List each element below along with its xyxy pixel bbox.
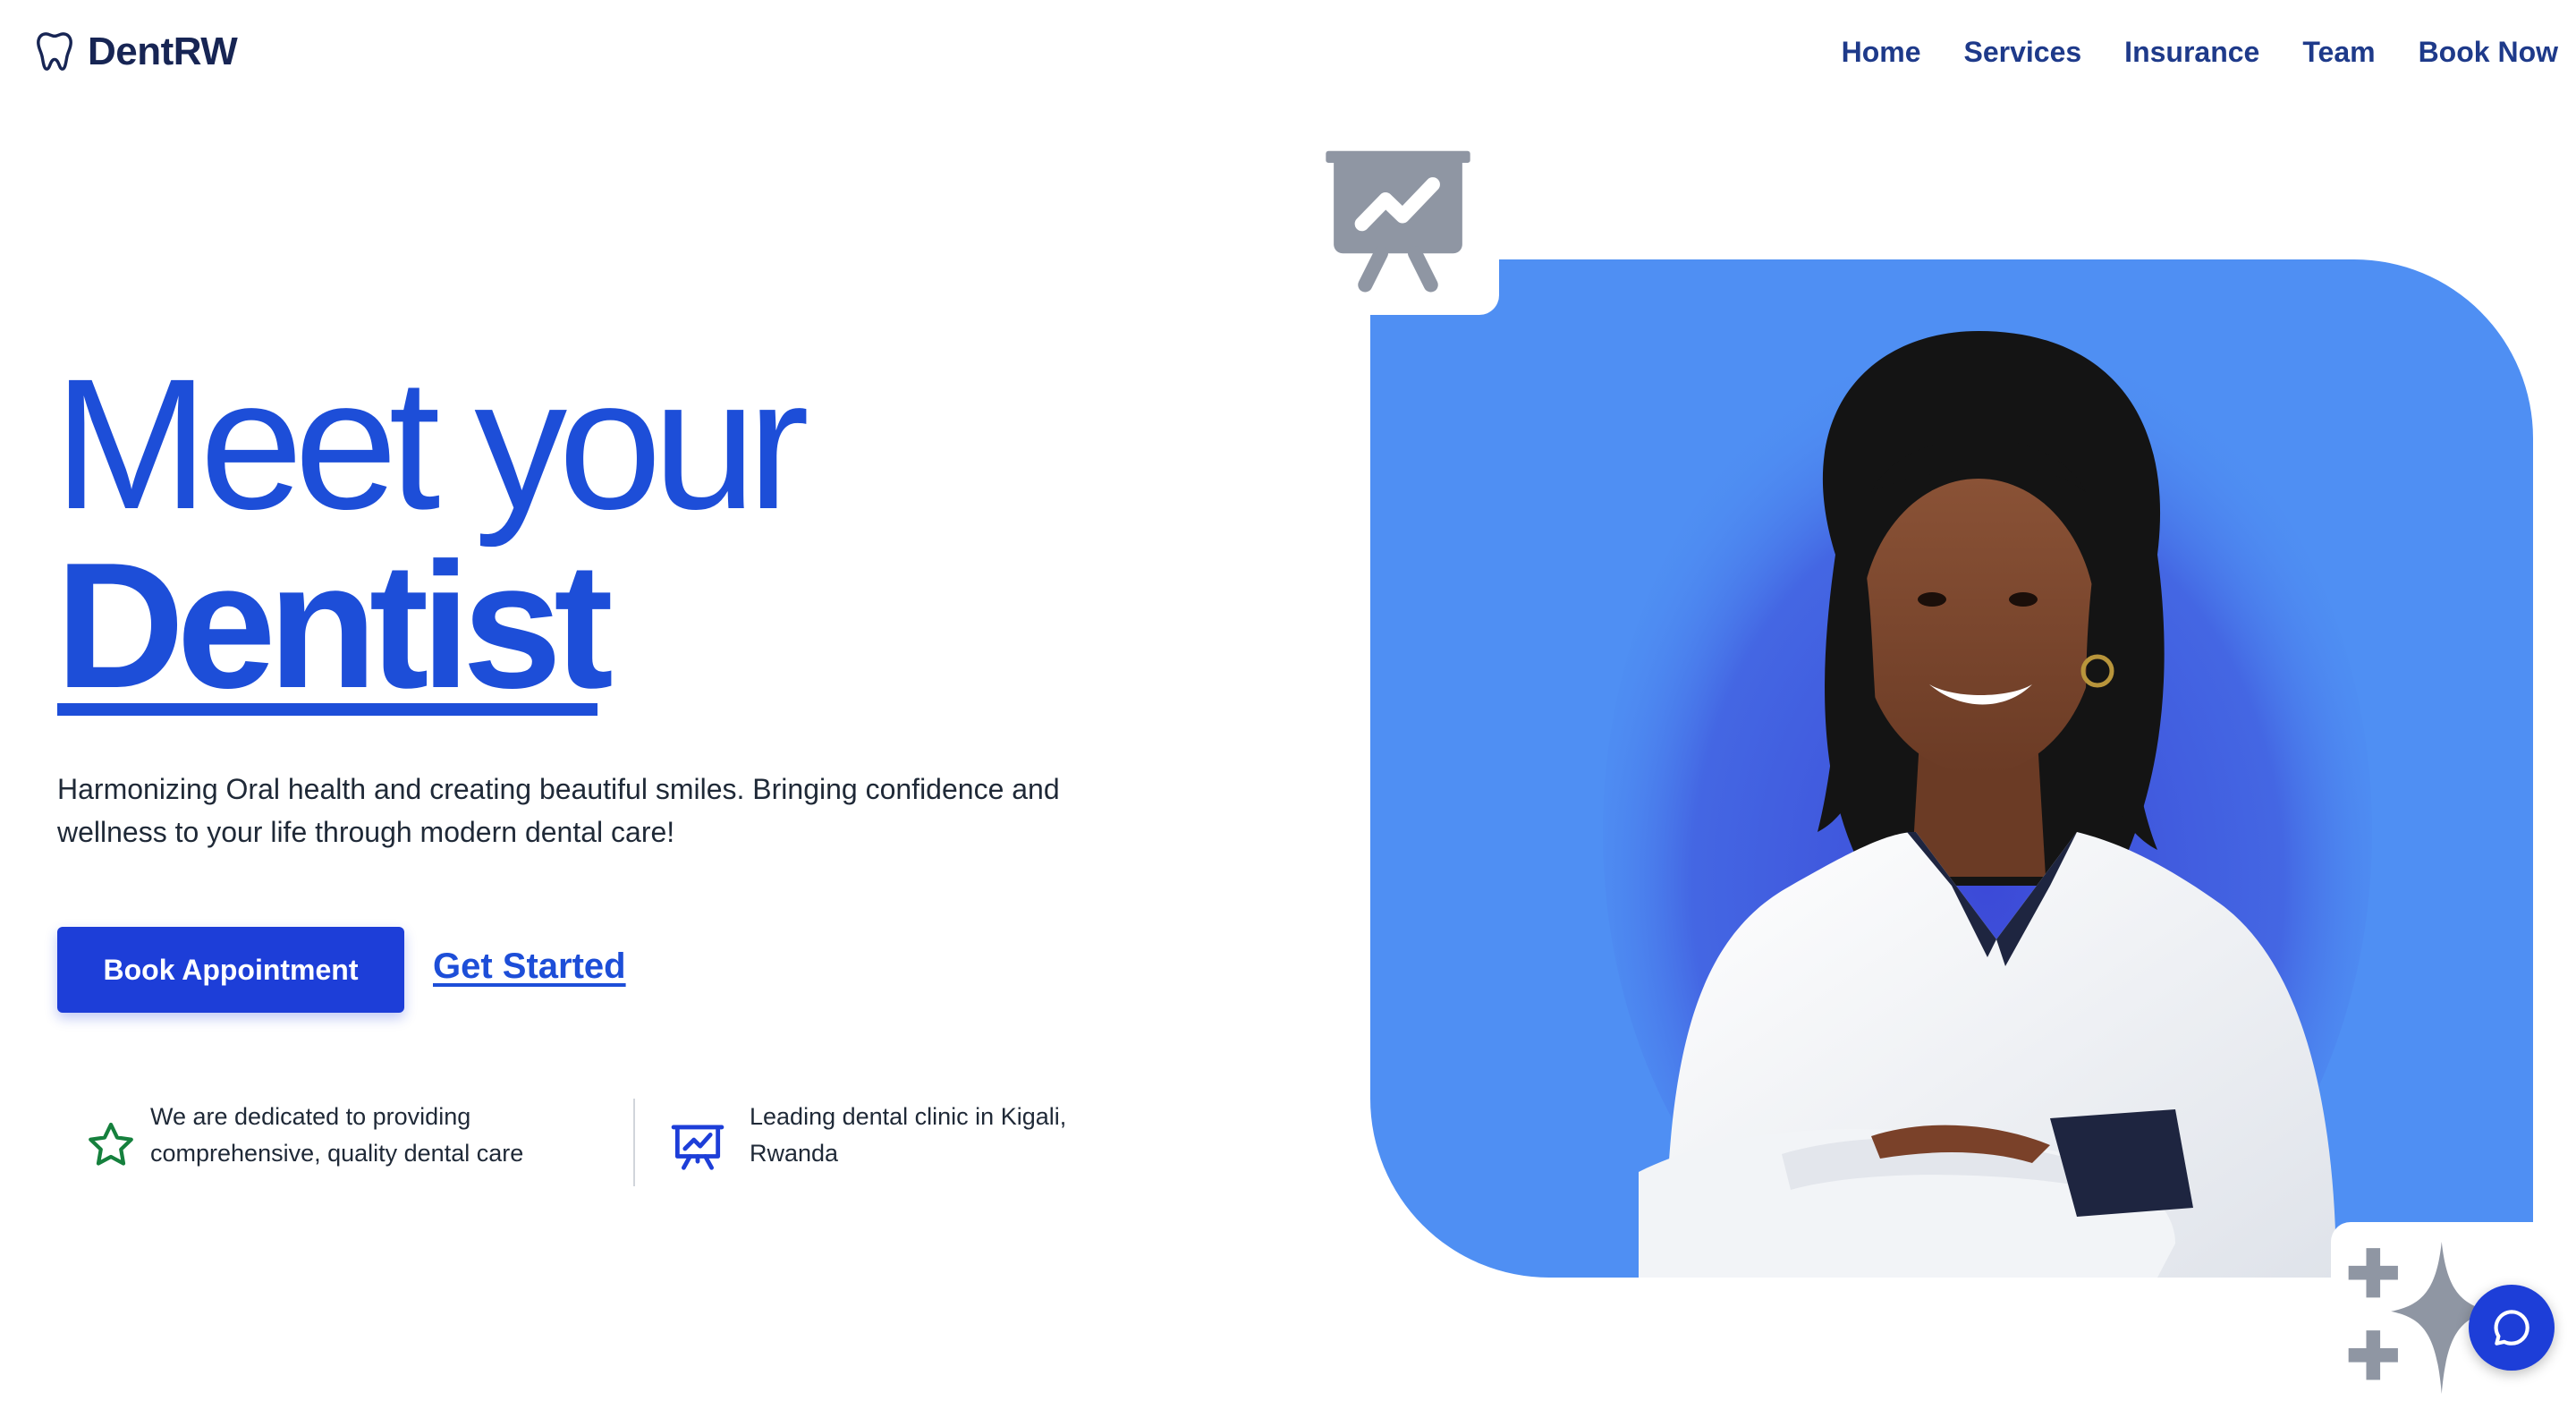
nav-insurance[interactable]: Insurance [2124,27,2259,77]
nav-team[interactable]: Team [2302,27,2375,77]
chat-button[interactable] [2469,1285,2555,1371]
feature-quality-care: We are dedicated to providing comprehens… [84,1099,585,1172]
star-icon [89,1122,133,1166]
site-header: DentRW Home Services Insurance Team Book… [0,0,2576,100]
feature-leading-clinic: Leading dental clinic in Kigali, Rwanda [667,1099,1132,1179]
feature-quality-care-text: We are dedicated to providing comprehens… [150,1103,524,1167]
feature-divider [633,1099,635,1186]
nav-services[interactable]: Services [1964,27,2082,77]
hero-image-panel [1370,259,2533,1278]
hero-title-underline [57,703,597,716]
brand-home-link[interactable]: DentRW [34,25,238,79]
hero-title-line-1: Meet your [54,341,809,548]
main-nav: Home Services Insurance Team Book Now [1842,27,2558,77]
book-appointment-button[interactable]: Book Appointment [57,927,404,1013]
nav-book-now[interactable]: Book Now [2419,27,2558,77]
hero-subtitle: Harmonizing Oral health and creating bea… [57,773,1060,848]
nav-home[interactable]: Home [1842,27,1921,77]
tooth-icon [37,32,72,71]
presentation-chart-icon [1326,150,1470,293]
hero-title-line-2: Dentist [55,526,614,726]
get-started-link[interactable]: Get Started [433,947,626,987]
feature-leading-clinic-text: Leading dental clinic in Kigali, Rwanda [750,1103,1067,1167]
dentist-portrait-image [1603,331,2372,1278]
brand-name: DentRW [88,30,238,73]
presentation-chart-icon [671,1125,724,1170]
chat-bubble-icon [2494,1310,2529,1346]
